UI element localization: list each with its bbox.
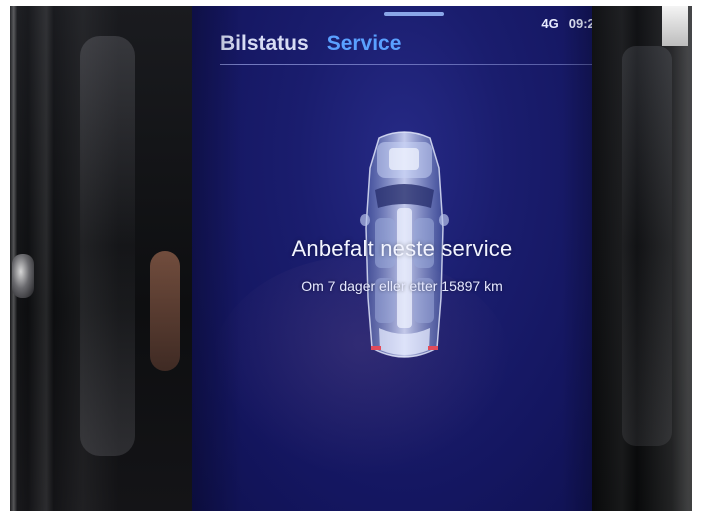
infotainment-screen: 4G 09:22 Bilstatus Service Anbefalt nest… (192, 6, 612, 511)
tab-divider (220, 64, 592, 65)
dashboard-photo: 4G 09:22 Bilstatus Service Anbefalt nest… (10, 6, 692, 511)
pull-down-handle[interactable] (384, 12, 444, 16)
bezel-left (10, 6, 192, 511)
bezel-right (592, 6, 692, 511)
volume-knob[interactable] (12, 254, 34, 298)
bezel-corner (662, 6, 688, 46)
hand-reflection (150, 251, 180, 371)
service-due-text: Om 7 dager eller etter 15897 km (301, 278, 503, 294)
bezel-reflection (80, 36, 135, 456)
tab-bilstatus[interactable]: Bilstatus (220, 32, 309, 56)
service-title: Anbefalt neste service (291, 236, 513, 261)
tab-service[interactable]: Service (327, 32, 402, 56)
tab-bar: Bilstatus Service (220, 32, 401, 56)
network-indicator: 4G (541, 16, 559, 31)
bezel-reflection (622, 46, 672, 446)
